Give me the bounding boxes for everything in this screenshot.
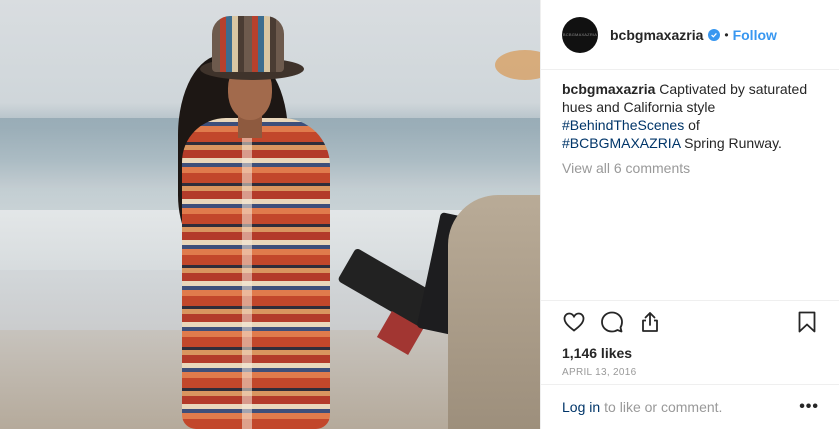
avatar-logo-text: BCBGMAXAZRIA — [562, 32, 598, 37]
hashtag-link[interactable]: #BCBGMAXAZRIA — [562, 135, 680, 151]
heart-icon[interactable] — [562, 310, 586, 334]
login-prompt: Log in to like or comment. ••• — [541, 384, 839, 429]
photo-photographer-hat — [495, 50, 540, 80]
caption-text: Spring Runway. — [680, 135, 782, 151]
photo-model-coat — [182, 118, 330, 429]
hashtag-link[interactable]: #BehindTheScenes — [562, 117, 684, 133]
header-separator: • — [724, 27, 729, 42]
action-icons — [562, 309, 819, 335]
more-options-icon[interactable]: ••• — [799, 398, 819, 416]
instagram-post: BCBGMAXAZRIA bcbgmaxazria • Follow bcbgm… — [0, 0, 839, 429]
bookmark-icon[interactable] — [795, 310, 819, 334]
header-username[interactable]: bcbgmaxazria — [610, 27, 703, 43]
comment-icon[interactable] — [600, 310, 624, 334]
post-date[interactable]: APRIL 13, 2016 — [562, 367, 819, 378]
photo-photographer — [448, 195, 540, 429]
post-actions: 1,146 likes APRIL 13, 2016 — [541, 300, 839, 378]
share-icon[interactable] — [638, 310, 662, 334]
post-sidebar: BCBGMAXAZRIA bcbgmaxazria • Follow bcbgm… — [540, 0, 839, 429]
post-photo[interactable] — [0, 0, 540, 429]
follow-button[interactable]: Follow — [733, 27, 777, 43]
login-link[interactable]: Log in — [562, 399, 600, 415]
photo-model-hat — [212, 16, 284, 72]
view-all-comments-link[interactable]: View all 6 comments — [541, 152, 839, 176]
caption-text: of — [684, 117, 700, 133]
post-caption: bcbgmaxazria Captivated by saturated hue… — [541, 70, 839, 152]
caption-username[interactable]: bcbgmaxazria — [562, 81, 655, 97]
avatar[interactable]: BCBGMAXAZRIA — [562, 16, 598, 53]
likes-count[interactable]: 1,146 likes — [562, 345, 819, 361]
login-prompt-text: to like or comment. — [604, 399, 723, 415]
post-header: BCBGMAXAZRIA bcbgmaxazria • Follow — [541, 0, 839, 70]
verified-icon — [708, 28, 721, 41]
